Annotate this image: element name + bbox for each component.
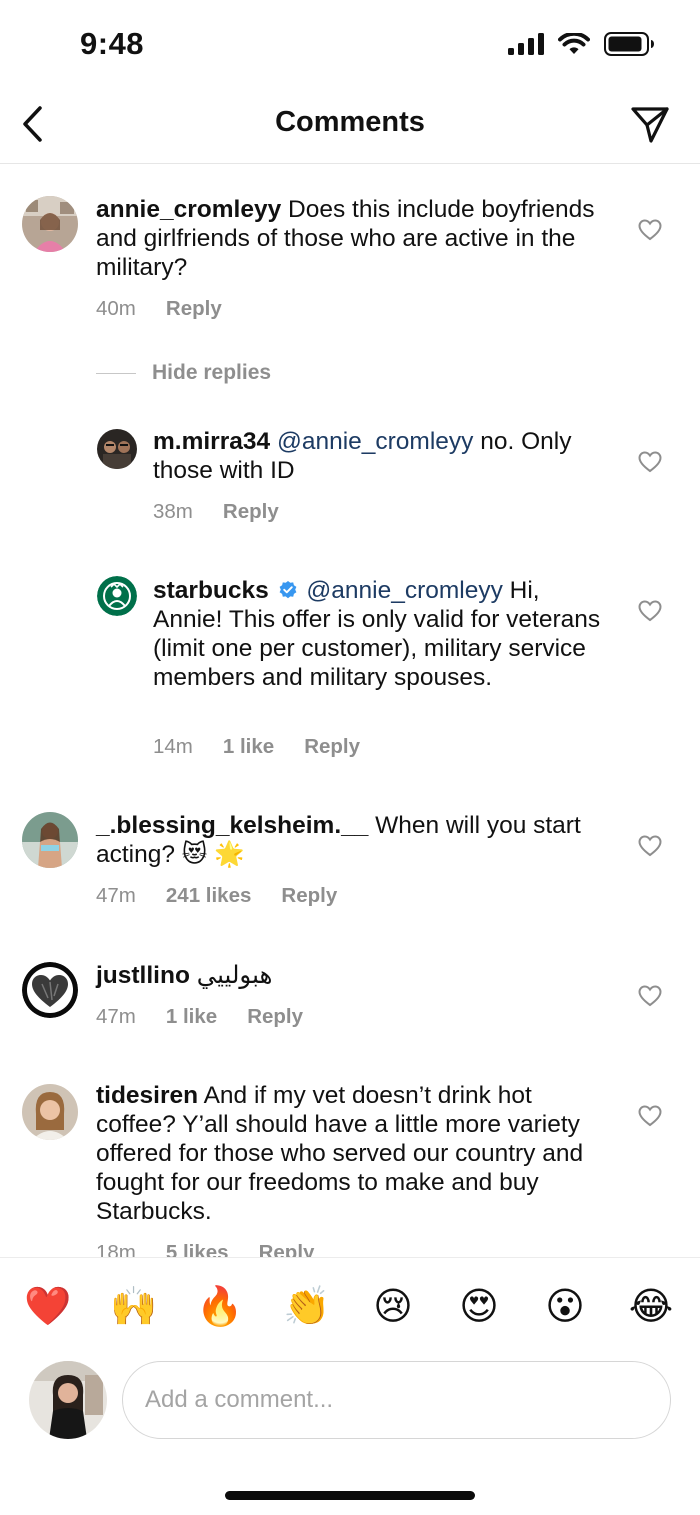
comment-mention[interactable]: @annie_cromleyy	[306, 577, 502, 604]
status-time: 9:48	[80, 26, 145, 61]
starbucks-logo-icon[interactable]	[97, 576, 137, 616]
like-count[interactable]: 241 likes	[166, 884, 252, 908]
divider	[96, 372, 136, 374]
verified-badge-icon	[279, 581, 296, 599]
comment-username[interactable]: tidesiren	[96, 1082, 198, 1109]
emoji-quick-reactions: ❤️ 🙌 🔥 👏 😢 😍 😮 😂	[0, 1257, 700, 1355]
comment-time: 38m	[153, 500, 193, 523]
comment-meta: 38m Reply	[153, 500, 279, 524]
like-count[interactable]: 5 likes	[166, 1241, 229, 1257]
heart-outline-icon	[638, 600, 662, 622]
heart-eyes-emoji-button[interactable]: 😍	[456, 1284, 502, 1330]
avatar[interactable]	[22, 196, 78, 252]
hide-replies-button[interactable]: Hide replies	[96, 361, 271, 385]
reply-button[interactable]: Reply	[247, 1005, 303, 1029]
comment-body: _.blessing_kelsheim.__ When will you sta…	[96, 811, 616, 869]
comment-username[interactable]: _.blessing_kelsheim.__	[96, 812, 368, 839]
share-button[interactable]	[626, 102, 674, 148]
like-button[interactable]	[638, 600, 662, 622]
red-heart-emoji-button[interactable]: ❤️	[24, 1284, 71, 1330]
comment-body: tidesiren And if my vet doesn’t drink ho…	[96, 1081, 616, 1226]
comment-input[interactable]	[122, 1361, 671, 1439]
header: Comments	[0, 90, 700, 164]
comment-time: 14m	[153, 735, 193, 758]
reply-button[interactable]: Reply	[223, 500, 279, 524]
comment-meta: 18m 5 likes Reply	[96, 1241, 314, 1257]
comment-meta: 14m 1 like Reply	[153, 735, 360, 759]
heart-outline-icon	[638, 835, 662, 857]
avatar[interactable]	[97, 429, 137, 469]
page-title: Comments	[275, 106, 425, 138]
comment-body: justllino هبولييي	[96, 961, 616, 990]
reply-button[interactable]: Reply	[259, 1241, 315, 1257]
comment-composer	[0, 1355, 700, 1455]
heart-outline-icon	[638, 451, 662, 473]
like-button[interactable]	[638, 985, 662, 1007]
status-icons	[508, 32, 654, 56]
comment-username[interactable]: justllino	[96, 962, 190, 989]
wifi-icon	[558, 32, 590, 54]
comments-list[interactable]: annie_cromleyy Does this include boyfrie…	[0, 165, 700, 1257]
like-button[interactable]	[638, 451, 662, 473]
current-user-avatar	[29, 1361, 107, 1439]
heart-outline-icon	[638, 219, 662, 241]
comment-meta: 47m 1 like Reply	[96, 1005, 303, 1029]
comment-meta: 40m Reply	[96, 297, 222, 321]
like-button[interactable]	[638, 1105, 662, 1127]
comment-mention[interactable]: @annie_cromleyy	[277, 428, 473, 455]
paper-plane-icon	[631, 107, 669, 143]
avatar[interactable]	[22, 812, 78, 868]
comment-username[interactable]: m.mirra34	[153, 428, 270, 455]
heart-outline-icon	[638, 985, 662, 1007]
clapping-emoji-button[interactable]: 👏	[283, 1284, 330, 1330]
like-count[interactable]: 1 like	[223, 735, 274, 759]
comment-text: هبولييي	[189, 962, 273, 989]
like-button[interactable]	[638, 219, 662, 241]
comment-meta: 47m 241 likes Reply	[96, 884, 337, 908]
tears-of-joy-emoji-button[interactable]: 😂	[628, 1284, 674, 1330]
like-count[interactable]: 1 like	[166, 1005, 217, 1029]
comment-time: 18m	[96, 1241, 136, 1257]
signal-icon	[508, 33, 544, 55]
heart-logo-avatar[interactable]	[22, 962, 78, 1018]
comment-body: annie_cromleyy Does this include boyfrie…	[96, 195, 616, 282]
reply-button[interactable]: Reply	[304, 735, 360, 759]
home-indicator[interactable]	[225, 1491, 475, 1500]
like-button[interactable]	[638, 835, 662, 857]
fire-emoji-button[interactable]: 🔥	[196, 1284, 243, 1330]
battery-icon	[604, 32, 654, 56]
heart-outline-icon	[638, 1105, 662, 1127]
reply-button[interactable]: Reply	[166, 297, 222, 321]
avatar[interactable]	[22, 1084, 78, 1140]
hide-replies-label: Hide replies	[152, 361, 272, 384]
status-bar: 9:48	[0, 0, 700, 90]
comment-time: 40m	[96, 297, 136, 320]
comment-username[interactable]: annie_cromleyy	[96, 196, 281, 223]
surprised-face-emoji-button[interactable]: 😮	[542, 1284, 588, 1330]
comment-time: 47m	[96, 884, 136, 907]
reply-button[interactable]: Reply	[281, 884, 337, 908]
raising-hands-emoji-button[interactable]: 🙌	[110, 1284, 157, 1330]
crying-face-emoji-button[interactable]: 😢	[370, 1284, 416, 1330]
comment-body: m.mirra34 @annie_cromleyy no. Only those…	[153, 427, 603, 485]
comment-body: starbucks @annie_cromleyy Hi, Annie! Thi…	[153, 576, 613, 692]
comment-time: 47m	[96, 1005, 136, 1028]
comment-username[interactable]: starbucks	[153, 577, 269, 604]
